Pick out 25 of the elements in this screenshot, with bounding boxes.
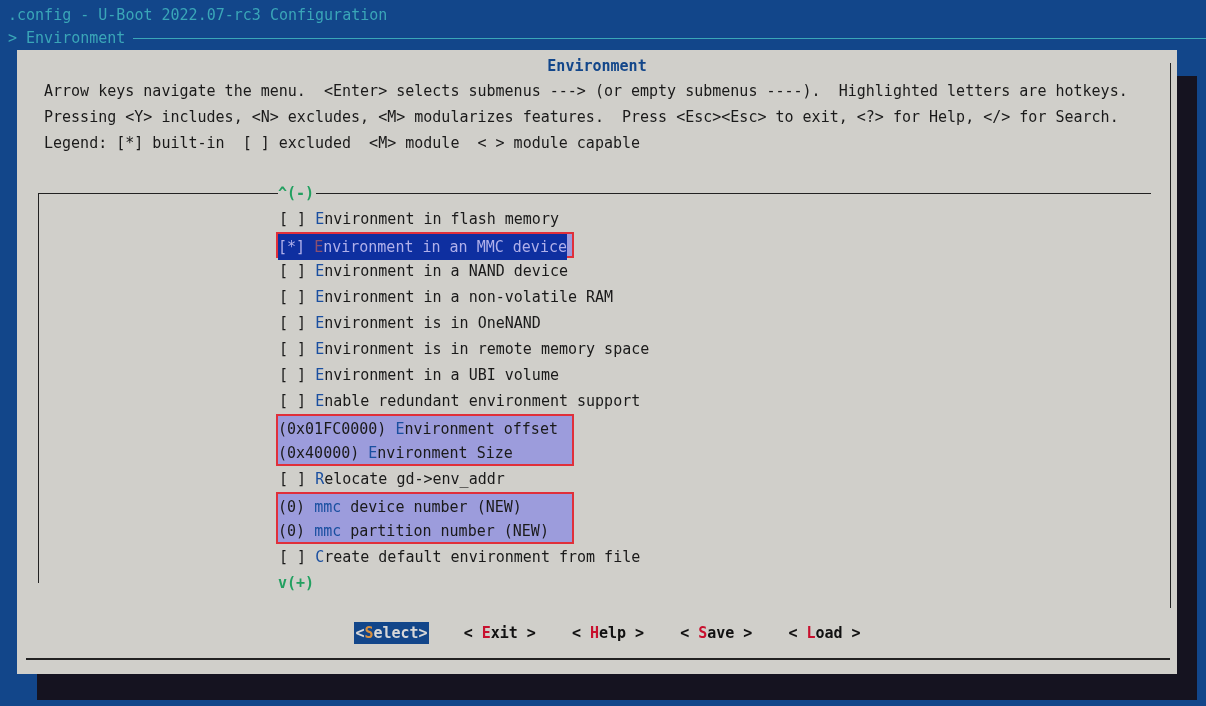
dialog-button[interactable]: <Select> [354,622,429,644]
breadcrumb: > Environment [8,29,126,47]
menu-item[interactable]: [*] Environment in an MMC device [278,234,567,260]
menu-item[interactable]: [ ] Environment in flash memory [279,206,559,232]
menu-item[interactable]: [ ] Enable redundant environment support [279,388,641,414]
menu-item[interactable]: (0) mmc partition number (NEW) [278,518,549,544]
menu-item[interactable]: (0x40000) Environment Size [278,440,513,466]
menu-item[interactable]: [ ] Relocate gd->env_addr [279,466,505,492]
menu-item[interactable]: [ ] C reate default environment from file [279,544,641,570]
menu-item[interactable]: [ ] Environment is in remote memory space [279,336,650,362]
menu-item[interactable]: (0) mmc device number (NEW) [278,494,522,520]
dialog-button[interactable]: < Load > [787,622,862,644]
window-title: .config - U-Boot 2022.07-rc3 Configuration [7,5,389,26]
dialog-button[interactable]: < Help > [570,622,646,644]
menu-item[interactable]: [ ] Environment in a NAND device [279,258,568,284]
menu-item[interactable]: [ ] Environment in a UBI volume [279,362,559,388]
dialog-button[interactable]: < Exit > [462,622,537,644]
help-text: Legend: [*] built-in [ ] excluded <M> module < > module capable [44,133,642,154]
menu-item[interactable]: [ ] Environment in a non-volatile RAM [279,284,614,310]
menu-item[interactable]: (0x01FC0000) Environment offset [278,416,558,442]
help-text: Pressing <Y> includes, <N> excludes, <M> modularizes features. Press <Esc><Esc> to exit, <?> for Help, </> for Search. [44,107,1120,128]
help-text: Arrow keys navigate the menu. <Enter> selects submenus ---> (or empty submenus ----). Highlighted letters are hotkeys. [44,81,1129,102]
dialog-button[interactable]: < Save > [679,622,754,644]
dialog-title: Environment [546,56,648,77]
menu-item[interactable]: [ ] Environment is in OneNAND [279,310,541,336]
